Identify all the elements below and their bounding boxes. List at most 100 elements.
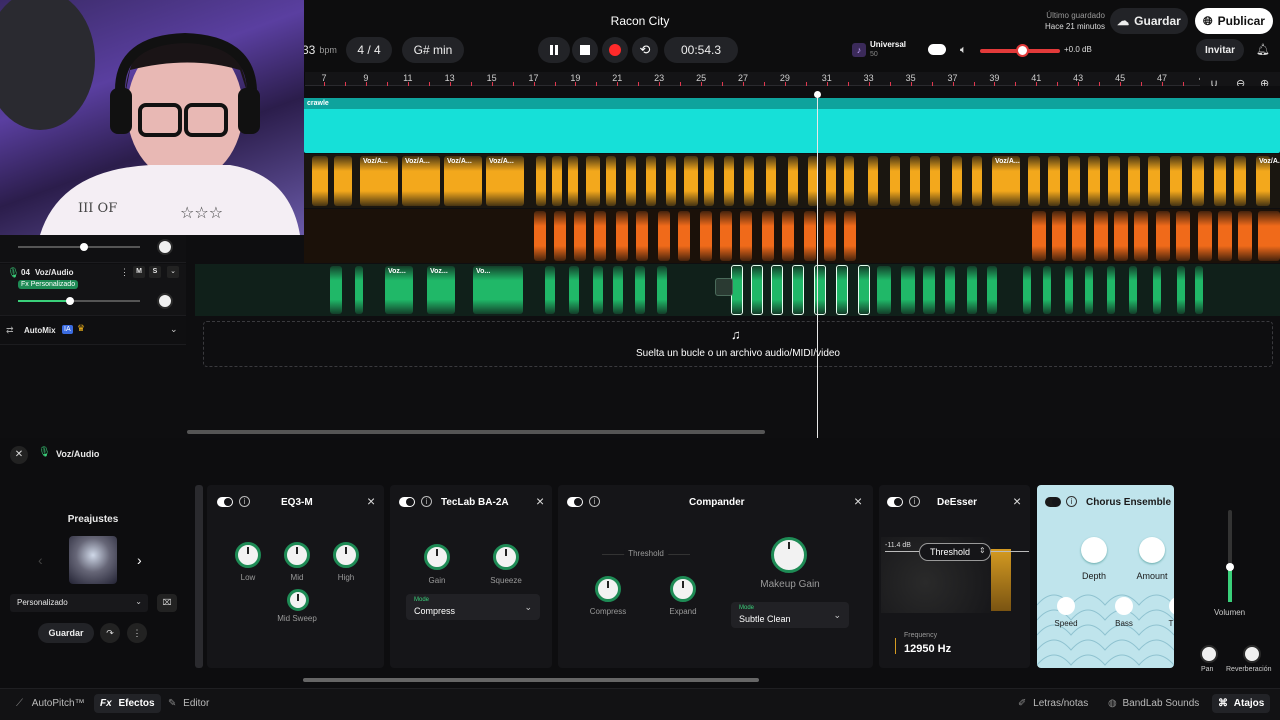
timeline-scrollbar[interactable] [187, 430, 765, 434]
record-button[interactable] [602, 37, 628, 63]
audio-clip[interactable] [766, 156, 776, 206]
audio-clip[interactable] [782, 211, 794, 261]
playhead-handle[interactable] [814, 91, 821, 98]
track-lane-4[interactable]: Voz... Voz... Vo... [195, 264, 1280, 316]
audio-clip[interactable] [658, 211, 670, 261]
audio-clip[interactable] [1094, 211, 1108, 261]
volume-thumb[interactable] [1016, 44, 1029, 57]
audio-clip[interactable] [1068, 156, 1080, 206]
audio-clip[interactable] [635, 266, 645, 314]
audio-clip[interactable]: Voz/A... [360, 156, 398, 206]
audio-clip[interactable] [613, 266, 623, 314]
pan-knob[interactable] [157, 239, 173, 255]
track-name[interactable]: Voz/Audio [35, 268, 74, 277]
compander-expand-knob[interactable] [670, 576, 696, 602]
selection-range[interactable] [715, 278, 733, 296]
audio-clip[interactable] [552, 156, 562, 206]
preset-select[interactable]: Personalizado ⌄ [10, 594, 148, 612]
audio-clip[interactable] [744, 156, 754, 206]
eq-mid-sweep-knob[interactable] [287, 589, 309, 611]
audio-clip[interactable] [1128, 156, 1140, 206]
audio-clip[interactable] [724, 156, 734, 206]
compander-toggle[interactable] [567, 497, 583, 507]
audio-clip[interactable] [804, 211, 816, 261]
audio-clip[interactable] [1028, 156, 1040, 206]
master-volume-fader[interactable] [1226, 510, 1234, 602]
project-title[interactable]: Racon City [590, 14, 690, 28]
track-lane-1[interactable]: crawle [304, 98, 1280, 153]
audio-clip[interactable]: Vo... [473, 266, 523, 314]
audio-clip[interactable] [868, 156, 878, 206]
timeline-ruler[interactable]: 7 9 11 13 15 17 19 21 23 25 27 29 31 33 35 37 39 41 43 45 47… [305, 72, 1280, 86]
audio-clip[interactable] [826, 156, 836, 206]
audio-clip[interactable] [554, 211, 566, 261]
audio-clip[interactable]: Voz/A... [444, 156, 482, 206]
audio-clip[interactable] [1107, 266, 1115, 314]
editor-tab[interactable]: ✎ Editor [168, 698, 209, 709]
chorus-amount-knob[interactable] [1139, 537, 1165, 563]
audio-clip[interactable] [824, 211, 836, 261]
audio-clip[interactable] [788, 156, 798, 206]
save-button[interactable]: ☁ Guardar [1110, 8, 1188, 34]
audio-clip[interactable] [1198, 211, 1212, 261]
audio-clip[interactable] [1023, 266, 1031, 314]
master-reverb-knob[interactable] [1243, 645, 1261, 663]
audio-clip[interactable] [1032, 211, 1046, 261]
eq-high-knob[interactable] [333, 542, 359, 568]
makeup-gain-knob[interactable] [771, 537, 807, 573]
compander-compress-knob[interactable] [595, 576, 621, 602]
preset-clear-button[interactable]: ⌧ [157, 594, 177, 612]
audio-clip[interactable] [720, 211, 732, 261]
master-pan-knob[interactable] [1200, 645, 1218, 663]
drop-zone[interactable]: ♫ Suelta un bucle o un archivo audio/MID… [203, 321, 1273, 367]
close-icon[interactable]: × [854, 493, 862, 509]
autopitch-tab[interactable]: ⟋ AutoPitch™ [16, 698, 85, 709]
audio-clip[interactable] [666, 156, 676, 206]
close-icon[interactable]: × [536, 493, 544, 509]
audio-clip[interactable] [1156, 211, 1170, 261]
lyrics-tab[interactable]: ✐ Letras/notas [1018, 698, 1088, 709]
audio-clip[interactable] [1148, 156, 1160, 206]
audio-clip[interactable] [574, 211, 586, 261]
audio-clip[interactable] [626, 156, 636, 206]
audio-clip[interactable] [1065, 266, 1073, 314]
mute-button[interactable]: M [133, 266, 145, 278]
audio-clip[interactable] [910, 156, 920, 206]
close-icon[interactable]: ✕ [10, 446, 28, 464]
audio-clip[interactable] [569, 266, 579, 314]
fx-badge[interactable]: Fx Personalizado [18, 280, 79, 289]
audio-clip[interactable] [890, 156, 900, 206]
audio-clip[interactable] [1108, 156, 1120, 206]
eq-toggle[interactable] [217, 497, 233, 507]
audio-clip[interactable] [844, 156, 854, 206]
audio-clip[interactable] [536, 156, 546, 206]
audio-clip[interactable]: Voz/A... [1256, 156, 1280, 206]
audio-clip[interactable] [1238, 211, 1252, 261]
audio-clip[interactable] [901, 266, 915, 314]
audio-clip[interactable] [1088, 156, 1100, 206]
chorus-depth-knob[interactable] [1081, 537, 1107, 563]
freq-value[interactable]: 12950 Hz [904, 643, 951, 655]
fx-rack-handle[interactable] [195, 485, 203, 668]
deesser-threshold-select[interactable]: Threshold ⇕ [919, 543, 991, 561]
deesser-toggle[interactable] [887, 497, 903, 507]
time-display[interactable]: 00:54.3 [664, 37, 738, 63]
audio-clip[interactable] [945, 266, 955, 314]
chevron-right-icon[interactable]: › [137, 552, 142, 568]
slider-thumb[interactable] [66, 297, 74, 305]
audio-clip[interactable] [952, 156, 962, 206]
audio-clip[interactable] [586, 156, 600, 206]
publish-button[interactable]: 🌐︎ Publicar [1195, 8, 1273, 34]
comp-squeeze-knob[interactable] [493, 544, 519, 570]
fx-scrollbar[interactable] [303, 678, 759, 682]
bandlab-sounds-tab[interactable]: ◍ BandLab Sounds [1108, 698, 1199, 709]
solo-button[interactable]: S [149, 266, 161, 278]
preset-toggle[interactable] [928, 44, 946, 55]
invite-button[interactable]: Invitar [1196, 39, 1244, 61]
track-header-4[interactable]: 🎙︎ 04 Voz/Audio ⋮ M S ⌄ Fx Personalizado [0, 264, 186, 316]
audio-clip[interactable] [844, 211, 856, 261]
audio-clip[interactable] [1134, 211, 1148, 261]
audio-clip[interactable] [312, 156, 328, 206]
slider-thumb[interactable] [80, 243, 88, 251]
audio-clip[interactable] [762, 211, 774, 261]
